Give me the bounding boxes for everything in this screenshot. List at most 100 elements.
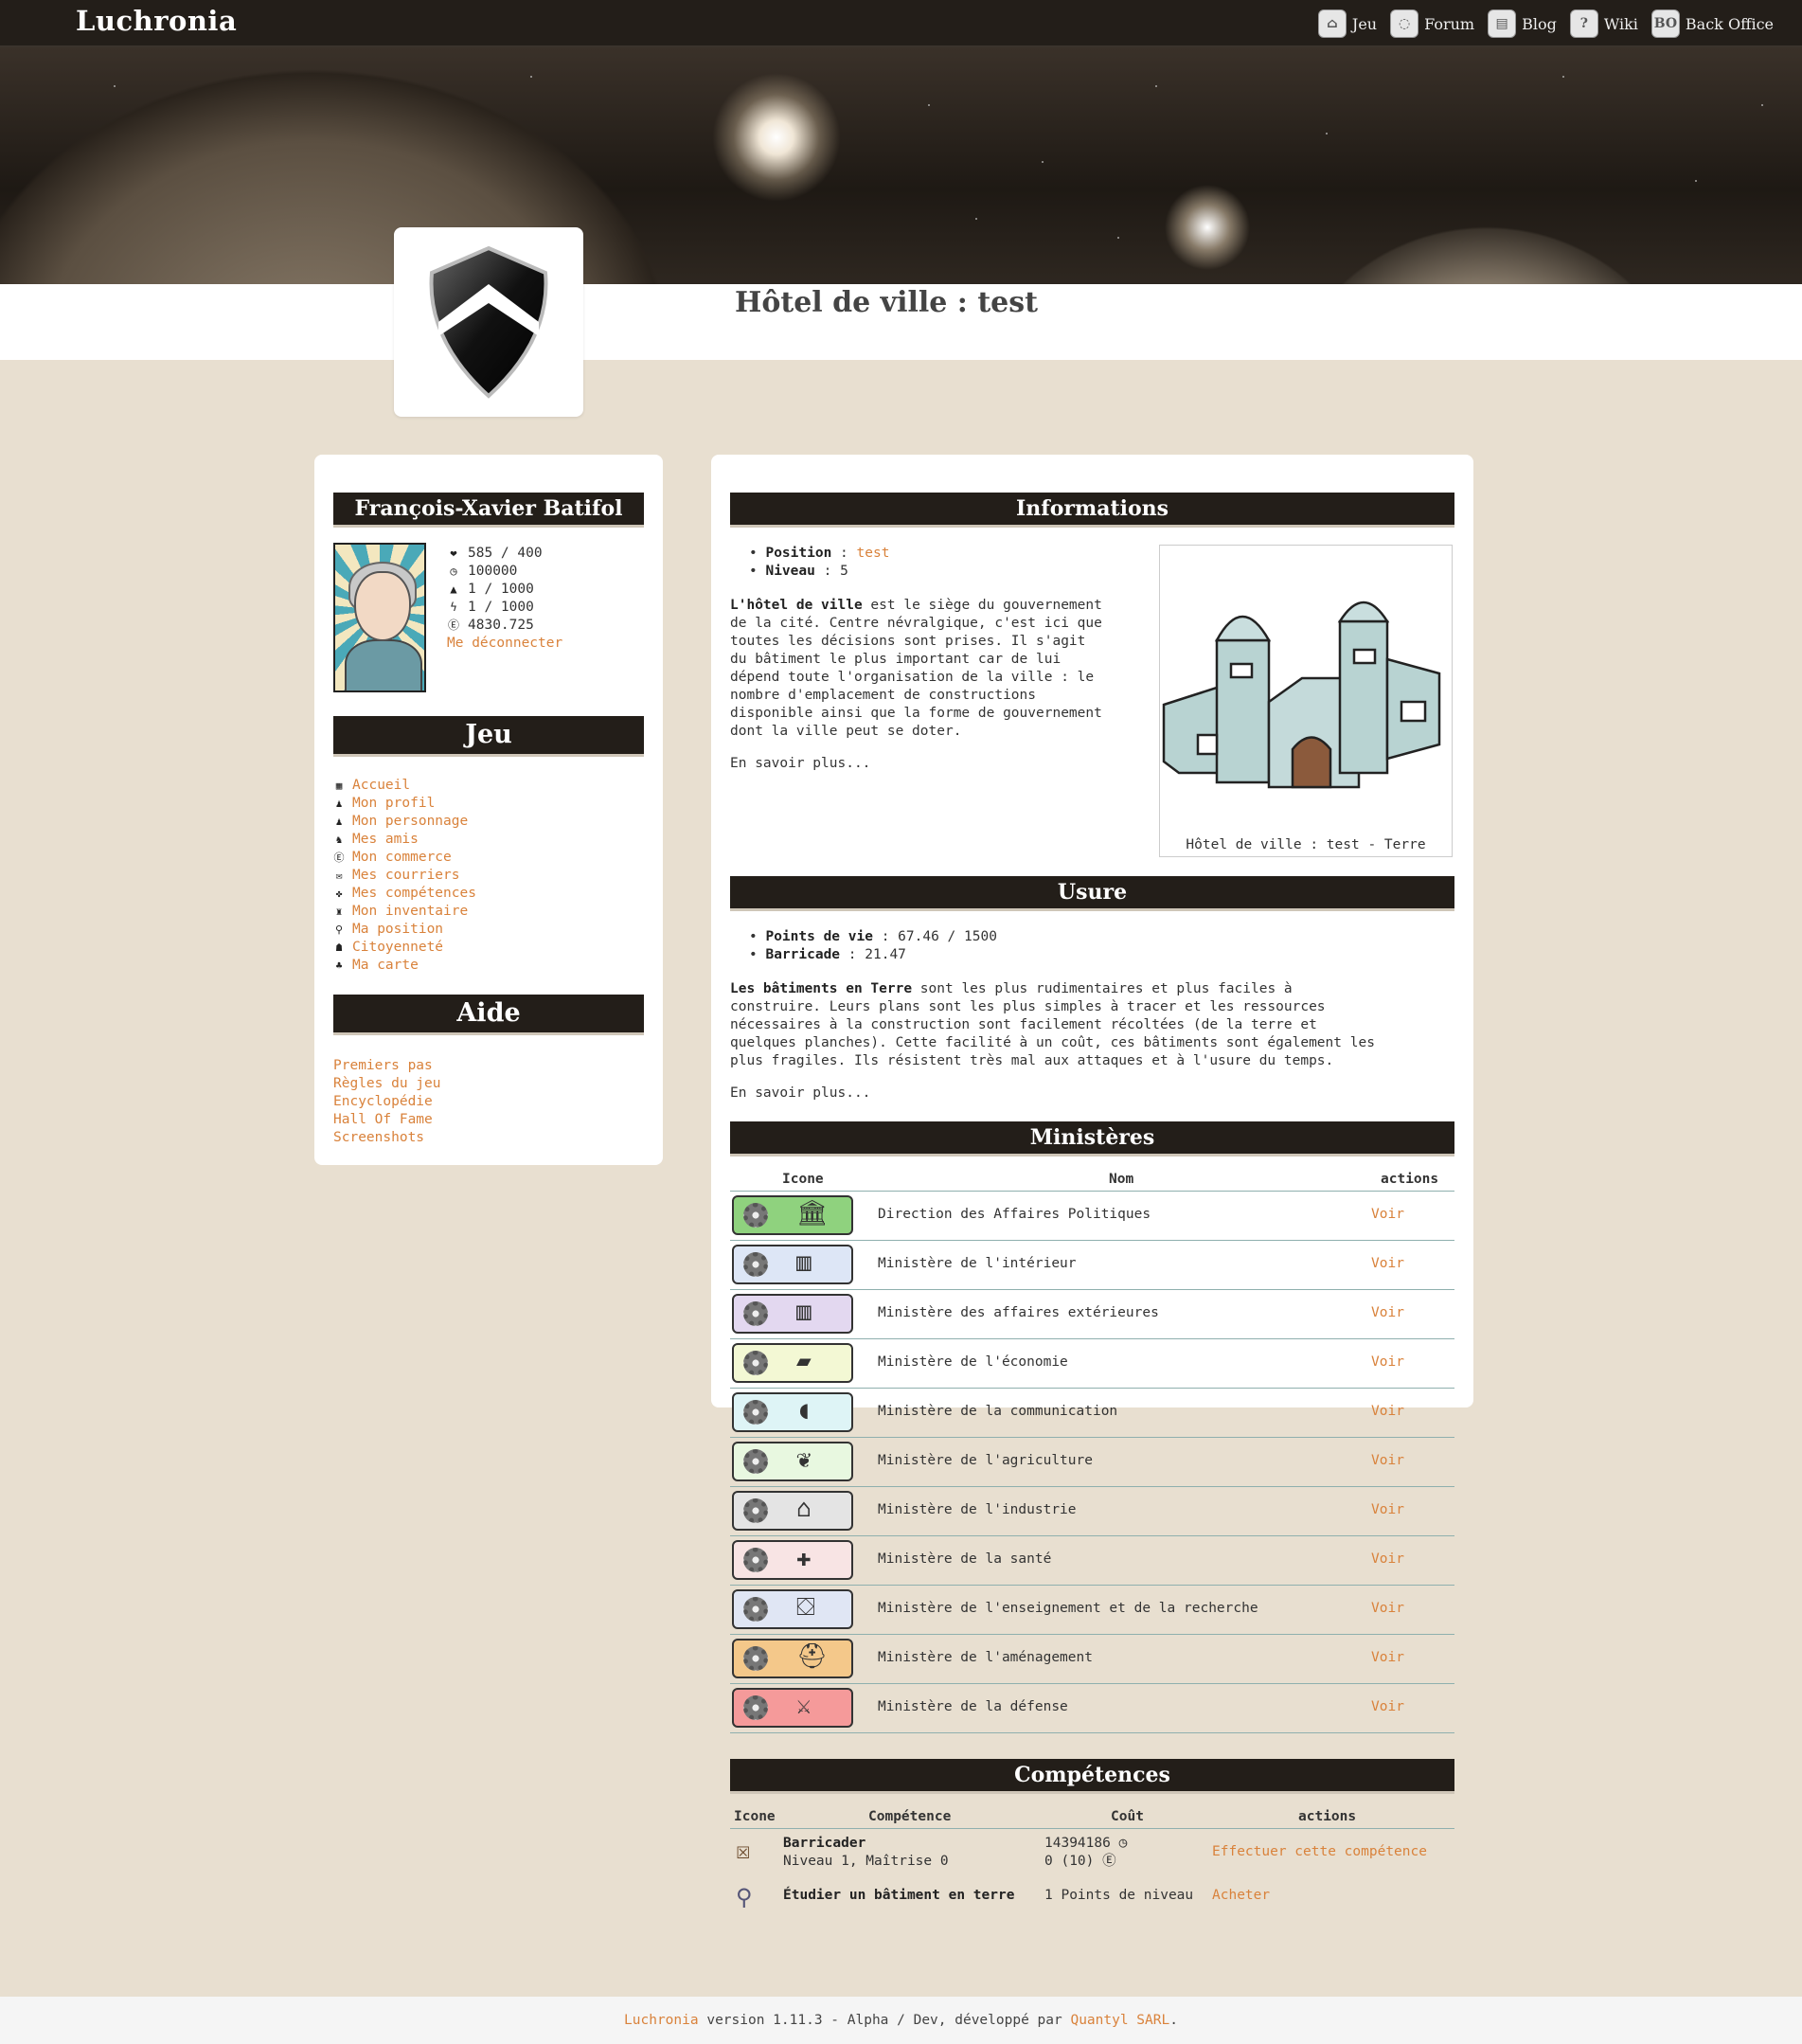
nav-forum[interactable]: ◌ Forum bbox=[1390, 9, 1474, 38]
menu-item-position[interactable]: ⚲ Ma position bbox=[333, 921, 476, 939]
menu-link[interactable]: Mon commerce bbox=[352, 849, 452, 867]
aide-link-premiers-pas[interactable]: Premiers pas bbox=[333, 1058, 433, 1073]
menu-item-carte[interactable]: ♣ Ma carte bbox=[333, 957, 476, 975]
stat-water: ▲ 1 / 1000 bbox=[447, 581, 562, 599]
left-sidebar: François-Xavier Batifol ❤ 585 / 400 ◷ 10… bbox=[314, 455, 663, 1165]
ministry-voir-link[interactable]: Voir bbox=[1371, 1650, 1404, 1665]
ministry-voir-link[interactable]: Voir bbox=[1371, 1551, 1404, 1567]
menu-item-inventaire[interactable]: ♜ Mon inventaire bbox=[333, 903, 476, 921]
table-row: ⚔ Ministère de la défense Voir bbox=[730, 1684, 1454, 1733]
portrait-body bbox=[345, 639, 422, 690]
gear-icon bbox=[743, 1449, 768, 1474]
menu-link[interactable]: Mon inventaire bbox=[352, 903, 468, 921]
character-name: François-Xavier Batifol bbox=[333, 493, 644, 528]
site-logo[interactable]: Luchronia bbox=[76, 5, 237, 37]
buy-competence-link[interactable]: Acheter bbox=[1212, 1888, 1270, 1903]
ministry-voir-link[interactable]: Voir bbox=[1371, 1305, 1404, 1320]
table-header: Icone Compétence Coût actions bbox=[730, 1807, 1454, 1829]
ministry-name: Ministère de la défense bbox=[878, 1699, 1068, 1714]
menu-item-profil[interactable]: ♟ Mon profil bbox=[333, 795, 476, 813]
barricade-icon: ☒ bbox=[736, 1837, 751, 1865]
menu-item-commerce[interactable]: Ⓔ Mon commerce bbox=[333, 849, 476, 867]
footer-quantyl-link[interactable]: Quantyl SARL bbox=[1070, 2013, 1169, 2028]
menu-link[interactable]: Mon profil bbox=[352, 795, 435, 813]
desc-line: dépend toute l'organisation de la ville … bbox=[730, 670, 1095, 685]
ministry-voir-link[interactable]: Voir bbox=[1371, 1601, 1404, 1616]
aide-link-regles[interactable]: Règles du jeu bbox=[333, 1076, 441, 1091]
gear-icon bbox=[743, 1498, 768, 1523]
ministry-name: Ministère de l'économie bbox=[878, 1354, 1068, 1370]
aide-link-hall-of-fame[interactable]: Hall Of Fame bbox=[333, 1112, 433, 1127]
ministry-voir-link[interactable]: Voir bbox=[1371, 1256, 1404, 1271]
logout-link[interactable]: Me déconnecter bbox=[447, 635, 562, 653]
ministry-glyph: ▥ bbox=[796, 1248, 812, 1277]
aide-link-screenshots[interactable]: Screenshots bbox=[333, 1130, 424, 1145]
menu-link[interactable]: Citoyenneté bbox=[352, 939, 443, 957]
top-bar: Luchronia ⌂ Jeu ◌ Forum ▤ Blog ? Wiki BO… bbox=[0, 0, 1802, 47]
main-panel: Informations • Position : test • Niveau … bbox=[711, 455, 1473, 1910]
pv-value: 67.46 / 1500 bbox=[898, 929, 997, 944]
usure-header: Usure bbox=[730, 876, 1454, 911]
desc-line: du bâtiment le plus important car de lui bbox=[730, 652, 1062, 667]
menu-link[interactable]: Mes courriers bbox=[352, 867, 460, 885]
chat-bubble-icon: ◌ bbox=[1390, 9, 1419, 38]
interior-icon: ▥ bbox=[732, 1245, 853, 1284]
desc-line: nécessaires à la construction sont facil… bbox=[730, 1017, 1317, 1032]
nav-jeu[interactable]: ⌂ Jeu bbox=[1317, 9, 1378, 38]
desc-line: plus fragiles. Ils résistent très mal au… bbox=[730, 1053, 1334, 1068]
ministry-voir-link[interactable]: Voir bbox=[1371, 1699, 1404, 1714]
nav-label: Jeu bbox=[1351, 14, 1378, 33]
money-icon: Ⓔ bbox=[1102, 1854, 1116, 1869]
do-competence-link[interactable]: Effectuer cette compétence bbox=[1212, 1844, 1427, 1859]
stat-money: Ⓔ 4830.725 bbox=[447, 617, 562, 635]
menu-link[interactable]: Ma position bbox=[352, 921, 443, 939]
home-icon: ⌂ bbox=[1317, 9, 1347, 38]
nav-wiki[interactable]: ? Wiki bbox=[1569, 9, 1638, 38]
informations-bullets: • Position : test • Niveau : 5 bbox=[749, 545, 889, 581]
ministry-voir-link[interactable]: Voir bbox=[1371, 1502, 1404, 1517]
menu-link[interactable]: Mes amis bbox=[352, 831, 419, 849]
col-competence: Compétence bbox=[868, 1809, 952, 1824]
ministry-name: Direction des Affaires Politiques bbox=[878, 1207, 1151, 1222]
informations-more-link[interactable]: En savoir plus... bbox=[730, 755, 870, 773]
study-magnifier-icon: ⚲ bbox=[736, 1884, 753, 1910]
footer-luchronia-link[interactable]: Luchronia bbox=[624, 2013, 699, 2028]
ministry-name: Ministère de l'agriculture bbox=[878, 1453, 1093, 1468]
menu-item-competences[interactable]: ✤ Mes compétences bbox=[333, 885, 476, 903]
table-row: ▰ Ministère de l'économie Voir bbox=[730, 1339, 1454, 1389]
usure-more-link[interactable]: En savoir plus... bbox=[730, 1085, 870, 1103]
mail-icon: ✉ bbox=[335, 870, 343, 882]
gear-icon bbox=[743, 1646, 768, 1671]
menu-link[interactable]: Ma carte bbox=[352, 957, 419, 975]
menu-link[interactable]: Mon personnage bbox=[352, 813, 468, 831]
space-banner bbox=[0, 47, 1802, 284]
stat-value: 4830.725 bbox=[468, 618, 534, 633]
aide-header: Aide bbox=[333, 995, 644, 1035]
ministry-voir-link[interactable]: Voir bbox=[1371, 1453, 1404, 1468]
ministry-voir-link[interactable]: Voir bbox=[1371, 1354, 1404, 1370]
ministry-name: Ministère de la communication bbox=[878, 1404, 1118, 1419]
stat-value: 1 / 1000 bbox=[468, 600, 534, 615]
nav-back-office[interactable]: BO Back Office bbox=[1650, 9, 1774, 38]
nav-blog[interactable]: ▤ Blog bbox=[1488, 9, 1557, 38]
menu-item-personnage[interactable]: ♟ Mon personnage bbox=[333, 813, 476, 831]
building-image-caption: Hôtel de ville : test - Terre bbox=[1186, 837, 1426, 852]
ministry-glyph: ⛋ bbox=[796, 1593, 815, 1622]
aide-link-encyclopedie[interactable]: Encyclopédie bbox=[333, 1094, 433, 1109]
emblem-box bbox=[394, 227, 583, 417]
menu-item-courriers[interactable]: ✉ Mes courriers bbox=[333, 867, 476, 885]
competence-sub: Niveau 1, Maîtrise 0 bbox=[783, 1854, 949, 1869]
menu-item-amis[interactable]: ♞ Mes amis bbox=[333, 831, 476, 849]
desc-line: disponible ainsi que la forme de gouvern… bbox=[730, 706, 1102, 721]
ministry-voir-link[interactable]: Voir bbox=[1371, 1404, 1404, 1419]
menu-item-accueil[interactable]: ▦ Accueil bbox=[333, 777, 476, 795]
defense-icon: ⚔ bbox=[732, 1688, 853, 1728]
menu-link[interactable]: Accueil bbox=[352, 777, 410, 795]
competence-name: Barricader bbox=[783, 1836, 866, 1851]
position-link[interactable]: test bbox=[857, 546, 890, 561]
ministry-name: Ministère de l'intérieur bbox=[878, 1256, 1077, 1271]
menu-item-citoyennete[interactable]: ☗ Citoyenneté bbox=[333, 939, 476, 957]
menu-link[interactable]: Mes compétences bbox=[352, 885, 476, 903]
ministry-voir-link[interactable]: Voir bbox=[1371, 1207, 1404, 1222]
nav-label: Back Office bbox=[1685, 14, 1774, 33]
